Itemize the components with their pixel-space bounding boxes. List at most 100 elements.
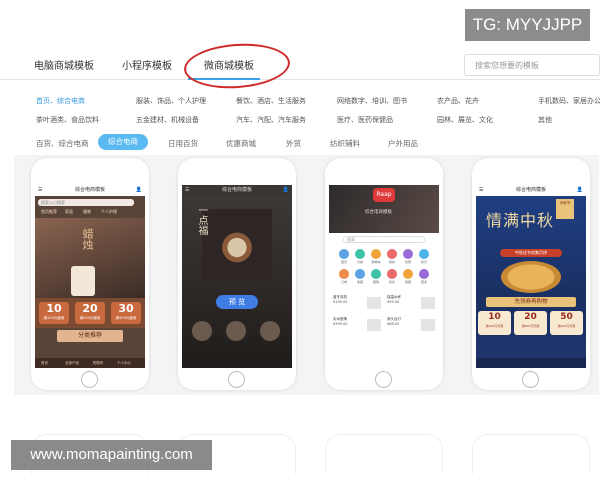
shortcut-icon [403,269,413,279]
preview-button[interactable]: 预 览 [216,295,258,309]
category-item[interactable]: 医疗、医药保健品 [337,115,393,125]
hero-subtitle: 综合电商模板 [365,210,392,215]
hero-artwork [202,209,272,279]
category-item[interactable]: 汽车、汽配、汽车服务 [236,115,306,125]
template-card[interactable] [472,434,590,474]
category-item[interactable]: 农产品、花卉 [437,96,479,106]
category-item[interactable]: 服装、饰品、个人护理 [136,96,206,106]
product-thumbnail [260,321,280,341]
shortcut-icon-grid: 首页 分类 购物车 我的 优惠 积分 订单 收藏 团购 秒杀 客服 更多 [337,249,433,289]
tab-pc-mall[interactable]: 电脑商城模板 [34,57,94,72]
app-tabbar [476,358,586,368]
product-thumbnail [367,319,381,331]
category-item[interactable]: 首页、综合电商 [36,96,85,106]
coupon-strip: 10 满100元可用 20 满200元可用 50 满500元可用 [478,311,584,337]
menu-icon: ☰ [479,187,484,193]
list-item: 保温水杯 ¥59.00 [387,295,435,311]
filter-item[interactable]: 百货、综合电商 [36,138,89,149]
hero-tag: 中秋节 [556,199,574,219]
footer-watermark: www.momapainting.com [11,440,212,470]
category-item[interactable]: 手机数码、家居办公 [538,96,600,106]
product-thumbnail [226,321,246,341]
tabbar-item: 首页 [41,361,48,365]
app-nav-item: 家居 [65,209,73,214]
filter-item[interactable]: 外贸 [286,138,301,149]
filter-item[interactable]: 户外用品 [388,138,418,149]
tabbar-item: 全部产品 [65,361,79,365]
app-nav-item: 个人护理 [101,209,117,214]
product-thumbnail [192,321,212,341]
template-card[interactable] [325,434,443,474]
shortcut-icon [419,249,429,259]
phone-home-button [228,371,245,388]
phone-home-button [81,371,98,388]
product-thumbnail [421,319,435,331]
tab-mini-program[interactable]: 小程序模板 [122,57,172,72]
template-gallery: ☰ 综合电商模板 👤 搜索入口搜索 首页推荐 家居 服装 个人护理 蜡烛 10 满… [14,155,599,395]
coupon: 20 满200元可用 [514,311,547,335]
candle-image [71,266,95,296]
shortcut-icon [355,249,365,259]
watermark-tag: TG: MYYJJPP [465,9,590,41]
coupon: 10 满100元使用 [39,302,69,324]
category-item[interactable]: 餐饮、酒店、生活服务 [236,96,306,106]
shortcut-icon [371,269,381,279]
list-item: 床头台灯 ¥88.00 [387,317,435,333]
filter-item-active[interactable]: 综合电商 [98,134,148,150]
app-search-bar: 搜索 [343,236,425,243]
category-item[interactable]: 网络数字、培训、图书 [337,96,407,106]
menu-icon: ☰ [38,187,43,193]
template-card[interactable]: ☰ 综合电商模板 👤 搜索入口搜索 首页推荐 家居 服装 个人护理 蜡烛 10 满… [31,158,149,390]
coupon: 50 满500元可用 [550,311,583,335]
hero-title: 蜡烛 [81,228,94,250]
app-search-bar: 搜索入口搜索 [38,199,134,206]
hero-subtitle: 中秋佳节欢聚月饼 [500,249,562,257]
phone-home-button [522,371,539,388]
template-card[interactable]: Raap 综合电商模板 搜索 首页 分类 购物车 我的 优惠 积分 订单 收藏 … [325,158,443,390]
tabbar-item: 购物车 [93,361,104,365]
product-list: 蓝牙耳机 ¥199.00 保温水杯 ¥59.00 实木座椅 ¥399.00 床头… [333,295,435,355]
hero-title: 情满中秋 [486,211,555,230]
section-banner: 先领券再购物 [486,297,576,307]
app-title-bar: ☰ 综合电商模板 👤 [182,185,292,196]
template-card[interactable]: ☰ 综合电商模板 👤 情满中秋 中秋节 中秋佳节欢聚月饼 先领券再购物 10 满1… [472,158,590,390]
shortcut-icon [371,249,381,259]
category-item[interactable]: 其他 [538,115,552,125]
template-search-input[interactable] [464,54,600,76]
filter-item[interactable]: 纺织辅料 [330,138,360,149]
active-tab-indicator [188,78,260,80]
filter-item[interactable]: 优惠商城 [226,138,256,149]
filter-item[interactable]: 日用百货 [168,138,198,149]
shortcut-icon [387,269,397,279]
user-icon: 👤 [135,187,142,193]
template-preview-screen: ☰ 综合电商模板 👤 搜索入口搜索 首页推荐 家居 服装 个人护理 蜡烛 10 满… [35,185,145,368]
coupon: 20 满200元使用 [75,302,105,324]
app-nav-item: 服装 [83,209,91,214]
app-title-bar: ☰ 综合电商模板 👤 [476,185,586,196]
app-title-bar: ☰ 综合电商模板 👤 [35,185,145,196]
app-nav: 首页推荐 家居 服装 个人护理 [35,209,145,216]
shortcut-icon [419,269,429,279]
phone-home-button [375,371,392,388]
shortcut-icon [387,249,397,259]
category-item[interactable]: 茶叶酒类、食品饮料 [36,115,99,125]
shortcut-label: 积分 [420,260,427,264]
user-icon: 👤 [576,187,583,193]
app-title: 综合电商模板 [221,187,252,193]
product-thumbnails [188,321,286,343]
app-tabbar: 首页 全部产品 购物车 个人中心 [35,358,145,368]
category-item[interactable]: 园林、展览、文化 [437,115,493,125]
coupon: 10 满100元可用 [478,311,511,335]
mooncake-image [501,261,561,293]
hero-banner: 蜡烛 [35,218,145,298]
brand-logo: Raap [373,188,395,202]
shortcut-icon [339,269,349,279]
app-title: 综合电商模板 [515,187,546,193]
shortcut-label: 更多 [420,280,427,284]
template-card[interactable]: ☰ 综合电商模板 👤 一点福 预 览 [178,158,296,390]
list-item: 蓝牙耳机 ¥199.00 [333,295,381,311]
tab-wechat-mall[interactable]: 微商城模板 [204,57,254,72]
category-item[interactable]: 五金建材、机械设备 [136,115,199,125]
section-banner: 分类推荐 [57,330,123,342]
coupon-strip: 10 满100元使用 20 满200元使用 30 满300元使用 [35,298,145,328]
